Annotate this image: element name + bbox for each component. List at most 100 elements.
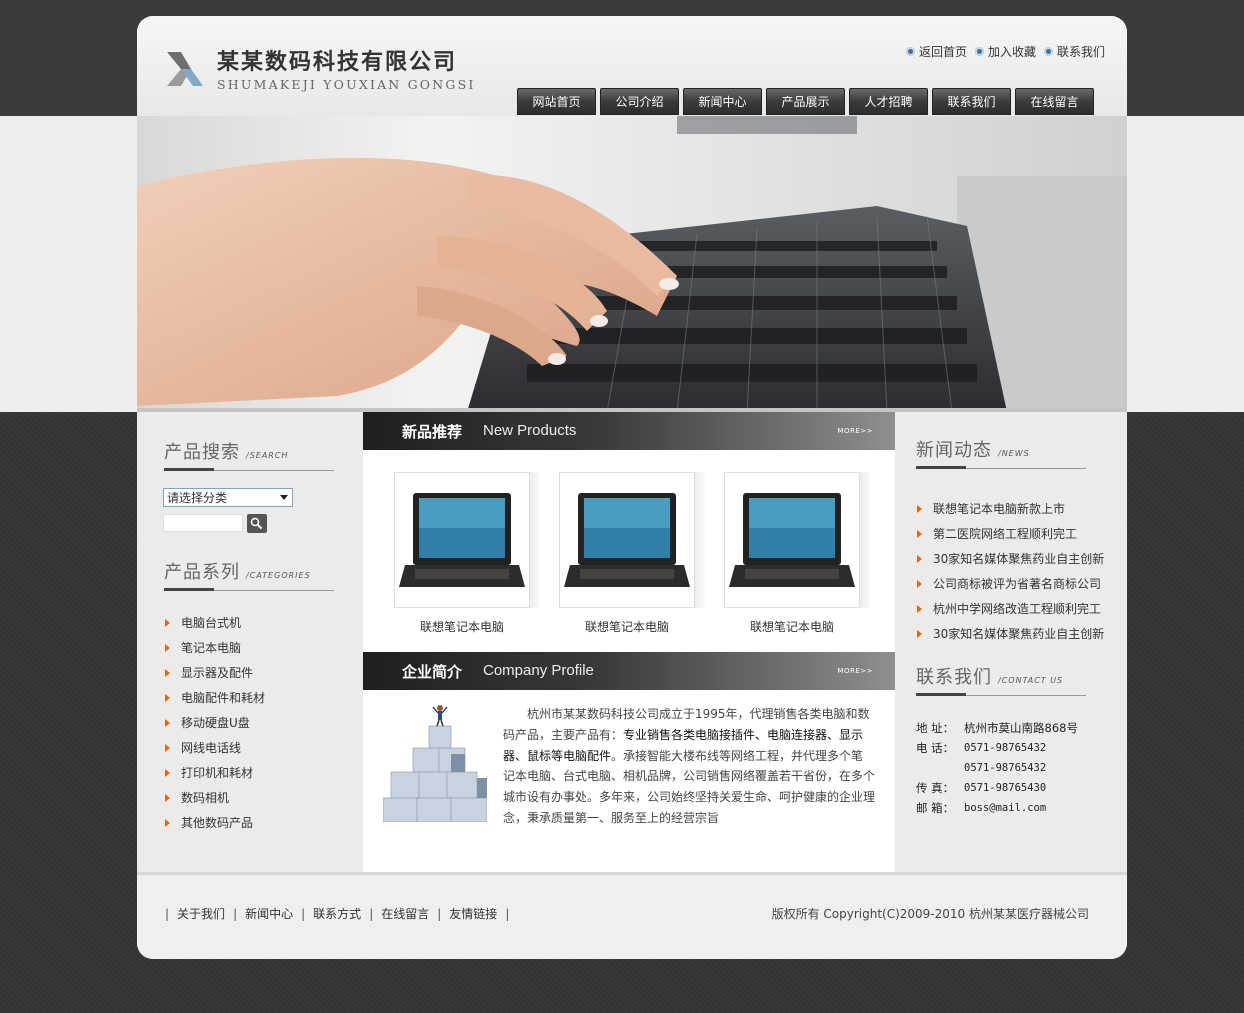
email[interactable]: boss@mail.com bbox=[964, 802, 1046, 814]
contact-link[interactable]: 联系我们 bbox=[1043, 43, 1105, 60]
shadow bbox=[860, 472, 870, 608]
nav-jobs[interactable]: 人才招聘 bbox=[849, 88, 928, 115]
arrow-bullet-icon bbox=[165, 793, 170, 802]
arrow-bullet-icon bbox=[165, 618, 170, 627]
bullet-icon bbox=[974, 47, 984, 56]
top-links: 返回首页 加入收藏 联系我们 bbox=[905, 43, 1105, 60]
arrow-bullet-icon bbox=[165, 718, 170, 727]
fax: 0571-98765430 bbox=[964, 782, 1047, 794]
arrow-bullet-icon bbox=[165, 743, 170, 752]
logo-subtitle: SHUMAKEJI YOUXIAN GONGSI bbox=[217, 77, 476, 92]
footer-link-friends[interactable]: 友情链接 bbox=[449, 905, 497, 922]
header: 某某数码科技有限公司 SHUMAKEJI YOUXIAN GONGSI 返回首页… bbox=[137, 16, 1127, 116]
banner-image bbox=[137, 116, 1127, 412]
keyboard-hands-illustration bbox=[137, 116, 1127, 412]
news-item[interactable]: 30家知名媒体聚焦药业自主创新 bbox=[917, 621, 1104, 646]
shadow bbox=[530, 472, 540, 608]
main-content: 新品推荐 New Products MORE>> 联想笔记本电脑 联想笔记本电脑… bbox=[363, 412, 895, 872]
bookmark-link[interactable]: 加入收藏 bbox=[974, 43, 1036, 60]
nav-products[interactable]: 产品展示 bbox=[766, 88, 845, 115]
category-item[interactable]: 移动硬盘U盘 bbox=[165, 710, 265, 735]
laptop-image bbox=[564, 493, 690, 587]
news-item[interactable]: 30家知名媒体聚焦药业自主创新 bbox=[917, 546, 1104, 571]
product-card[interactable] bbox=[559, 472, 695, 608]
category-item[interactable]: 电脑配件和耗材 bbox=[165, 685, 265, 710]
phone: 0571-98765432 bbox=[964, 742, 1047, 754]
left-sidebar: 产品搜索/SEARCH 请选择分类 产品系列/CATEGORIES 电脑台式机 … bbox=[137, 412, 363, 872]
more-link[interactable]: MORE>> bbox=[837, 427, 873, 435]
contact-info: 地 址： 杭州市莫山南路868号 电 话： 0571-98765432 0571-9… bbox=[916, 721, 1078, 815]
news-item[interactable]: 第二医院网络工程顺利完工 bbox=[917, 521, 1104, 546]
news-list: 联想笔记本电脑新款上市 第二医院网络工程顺利完工 30家知名媒体聚焦药业自主创新… bbox=[917, 496, 1104, 646]
arrow-bullet-icon bbox=[165, 643, 170, 652]
footer: | 关于我们 | 新闻中心 | 联系方式 | 在线留言 | 友情链接 | 版权所… bbox=[137, 872, 1127, 959]
category-item[interactable]: 笔记本电脑 bbox=[165, 635, 265, 660]
laptop-image bbox=[399, 493, 525, 587]
divider bbox=[916, 466, 1086, 469]
product-name[interactable]: 联想笔记本电脑 bbox=[724, 618, 860, 635]
more-link[interactable]: MORE>> bbox=[837, 667, 873, 675]
arrow-bullet-icon bbox=[917, 554, 922, 563]
footer-link-contact[interactable]: 联系方式 bbox=[313, 905, 361, 922]
arrow-bullet-icon bbox=[917, 504, 922, 513]
news-title: 新闻动态/NEWS bbox=[916, 440, 1030, 461]
category-item[interactable]: 其他数码产品 bbox=[165, 810, 265, 835]
nav-home[interactable]: 网站首页 bbox=[517, 88, 596, 115]
home-link[interactable]: 返回首页 bbox=[905, 43, 967, 60]
product-name[interactable]: 联想笔记本电脑 bbox=[394, 618, 530, 635]
product-name[interactable]: 联想笔记本电脑 bbox=[559, 618, 695, 635]
footer-link-news[interactable]: 新闻中心 bbox=[245, 905, 293, 922]
category-item[interactable]: 打印机和耗材 bbox=[165, 760, 265, 785]
arrow-bullet-icon bbox=[165, 818, 170, 827]
chevron-down-icon bbox=[280, 495, 288, 500]
right-sidebar: 新闻动态/NEWS 联想笔记本电脑新款上市 第二医院网络工程顺利完工 30家知名… bbox=[895, 412, 1127, 872]
footer-links: | 关于我们 | 新闻中心 | 联系方式 | 在线留言 | 友情链接 | bbox=[165, 905, 510, 922]
contact-title: 联系我们/CONTACT US bbox=[916, 667, 1064, 688]
nav-news[interactable]: 新闻中心 bbox=[683, 88, 762, 115]
copyright: 版权所有 Copyright(C)2009-2010 杭州某某医疗器械公司 bbox=[771, 907, 1089, 921]
arrow-bullet-icon bbox=[917, 529, 922, 538]
footer-link-message[interactable]: 在线留言 bbox=[381, 905, 429, 922]
logo-icon bbox=[167, 52, 203, 86]
categories-title: 产品系列/CATEGORIES bbox=[164, 562, 311, 583]
new-products-header: 新品推荐 New Products MORE>> bbox=[363, 412, 895, 450]
search-button[interactable] bbox=[247, 514, 267, 533]
page-container: 某某数码科技有限公司 SHUMAKEJI YOUXIAN GONGSI 返回首页… bbox=[137, 16, 1127, 959]
logo-title: 某某数码科技有限公司 bbox=[217, 49, 458, 75]
main-nav: 网站首页 公司介绍 新闻中心 产品展示 人才招聘 联系我们 在线留言 bbox=[517, 88, 1094, 115]
nav-contact[interactable]: 联系我们 bbox=[932, 88, 1011, 115]
company-profile-text: 杭州市某某数码科技公司成立于1995年，代理销售各类电脑和数码产品，主要产品有：… bbox=[503, 707, 876, 825]
category-item[interactable]: 显示器及配件 bbox=[165, 660, 265, 685]
phone: 0571-98765432 bbox=[964, 762, 1047, 774]
search-input[interactable] bbox=[163, 514, 243, 532]
company-image bbox=[383, 705, 487, 822]
arrow-bullet-icon bbox=[165, 693, 170, 702]
divider bbox=[164, 588, 334, 591]
nav-about[interactable]: 公司介绍 bbox=[600, 88, 679, 115]
category-item[interactable]: 数码相机 bbox=[165, 785, 265, 810]
arrow-bullet-icon bbox=[165, 768, 170, 777]
product-card[interactable] bbox=[394, 472, 530, 608]
product-card[interactable] bbox=[724, 472, 860, 608]
news-item[interactable]: 杭州中学网络改造工程顺利完工 bbox=[917, 596, 1104, 621]
laptop-image bbox=[729, 493, 855, 587]
footer-link-about[interactable]: 关于我们 bbox=[177, 905, 225, 922]
category-list: 电脑台式机 笔记本电脑 显示器及配件 电脑配件和耗材 移动硬盘U盘 网线电话线 … bbox=[165, 610, 265, 835]
nav-message[interactable]: 在线留言 bbox=[1015, 88, 1094, 115]
divider bbox=[164, 468, 334, 471]
category-item[interactable]: 网线电话线 bbox=[165, 735, 265, 760]
news-item[interactable]: 联想笔记本电脑新款上市 bbox=[917, 496, 1104, 521]
arrow-bullet-icon bbox=[917, 579, 922, 588]
bullet-icon bbox=[1043, 47, 1053, 56]
divider bbox=[916, 693, 1086, 696]
search-title: 产品搜索/SEARCH bbox=[164, 442, 289, 463]
arrow-bullet-icon bbox=[917, 629, 922, 638]
arrow-bullet-icon bbox=[165, 668, 170, 677]
category-item[interactable]: 电脑台式机 bbox=[165, 610, 265, 635]
arrow-bullet-icon bbox=[917, 604, 922, 613]
bullet-icon bbox=[905, 47, 915, 56]
search-icon bbox=[250, 517, 263, 530]
company-profile-header: 企业简介 Company Profile MORE>> bbox=[363, 652, 895, 690]
news-item[interactable]: 公司商标被评为省著名商标公司 bbox=[917, 571, 1104, 596]
category-select[interactable]: 请选择分类 bbox=[163, 488, 293, 507]
